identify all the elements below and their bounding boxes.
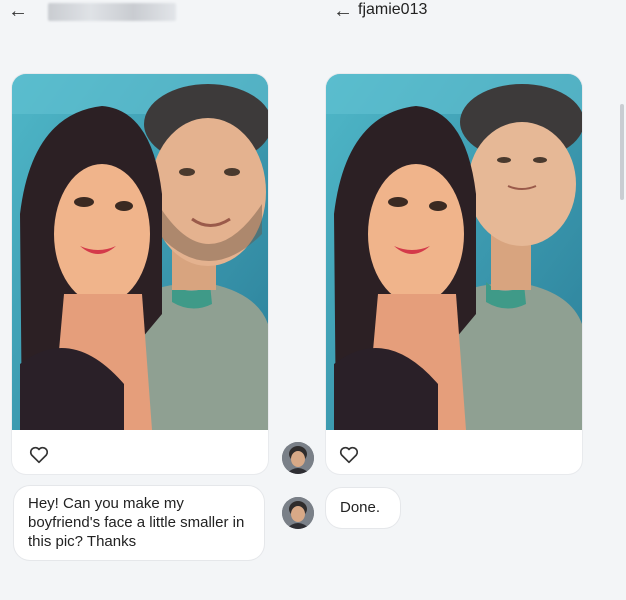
avatar[interactable] bbox=[282, 442, 314, 474]
top-bar: ← ← fjamie013 bbox=[0, 0, 626, 30]
arrow-left-icon[interactable]: ← bbox=[333, 0, 353, 22]
blurred-username bbox=[48, 3, 176, 21]
heart-icon[interactable] bbox=[28, 444, 50, 466]
shared-post-card-edited[interactable] bbox=[326, 74, 582, 474]
scrollbar[interactable] bbox=[620, 104, 624, 200]
arrow-left-icon[interactable]: ← bbox=[8, 0, 28, 22]
message-bubble-left[interactable]: Hey! Can you make my boyfriend's face a … bbox=[14, 486, 264, 560]
chat-username[interactable]: fjamie013 bbox=[358, 1, 427, 19]
heart-icon[interactable] bbox=[338, 444, 360, 466]
avatar[interactable] bbox=[282, 497, 314, 529]
message-text: Hey! Can you make my boyfriend's face a … bbox=[28, 495, 245, 550]
post-photo-edited[interactable] bbox=[326, 74, 582, 430]
message-text: Done. bbox=[340, 499, 381, 516]
post-photo-original[interactable] bbox=[12, 74, 268, 430]
shared-post-card-original[interactable] bbox=[12, 74, 268, 474]
message-bubble-right[interactable]: Done. bbox=[326, 488, 400, 528]
